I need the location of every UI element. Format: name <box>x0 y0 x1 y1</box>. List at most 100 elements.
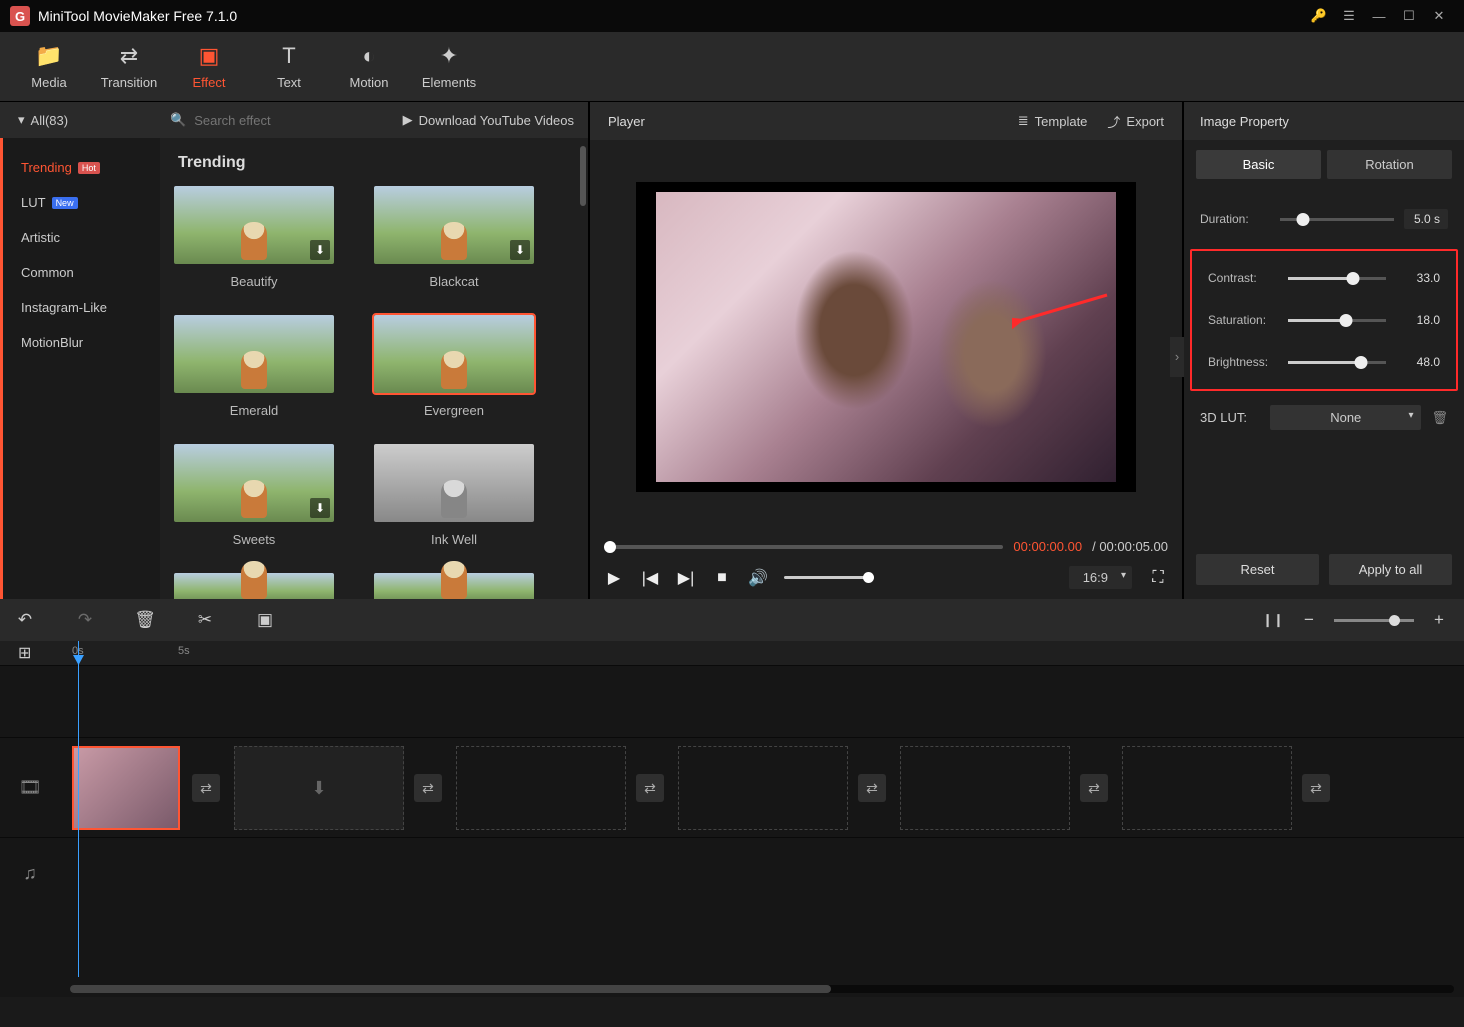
video-track[interactable]: 🎞 ⇄⬇⇄⇄⇄⇄⇄ <box>0 737 1464 837</box>
category-artistic[interactable]: Artistic <box>3 220 160 255</box>
tab-effect[interactable]: ▣ Effect <box>170 37 248 97</box>
zoom-slider[interactable] <box>1334 619 1414 622</box>
timeline-scrollbar[interactable] <box>70 985 1454 993</box>
playhead[interactable] <box>78 641 79 977</box>
tab-elements[interactable]: ✦ Elements <box>410 37 488 97</box>
duration-slider[interactable] <box>1280 218 1394 221</box>
effect-item[interactable]: Emerald <box>174 315 334 418</box>
seek-handle[interactable] <box>604 541 616 553</box>
apply-all-button[interactable]: Apply to all <box>1329 554 1452 585</box>
license-key-icon[interactable]: 🔑 <box>1304 1 1334 31</box>
stop-button[interactable]: ■ <box>712 569 732 587</box>
timeline-ruler[interactable]: ⊞ 0s 5s <box>0 641 1464 665</box>
close-icon[interactable]: ✕ <box>1424 1 1454 31</box>
zoom-handle[interactable] <box>1389 615 1400 626</box>
adjustment-row: Saturation: 18.0 <box>1204 299 1444 341</box>
tab-text[interactable]: T Text <box>250 37 328 97</box>
slider-track[interactable] <box>1288 319 1386 322</box>
maximize-icon[interactable]: ☐ <box>1394 1 1424 31</box>
effect-item[interactable]: ⬇Blackcat <box>374 186 534 289</box>
effect-item[interactable]: ⬇Beautify <box>174 186 334 289</box>
effect-thumbnail[interactable] <box>174 573 334 599</box>
effect-item[interactable]: Ink Well <box>374 444 534 547</box>
play-button[interactable]: ▶ <box>604 568 624 588</box>
download-youtube-link[interactable]: ▶ Download YouTube Videos <box>403 112 588 128</box>
template-button[interactable]: ≣ Template <box>1018 113 1088 129</box>
undo-button[interactable]: ↶ <box>14 610 36 630</box>
reset-button[interactable]: Reset <box>1196 554 1319 585</box>
empty-slot[interactable] <box>678 746 848 830</box>
empty-slot[interactable]: ⬇ <box>234 746 404 830</box>
download-icon[interactable]: ⬇ <box>310 240 330 260</box>
prev-frame-button[interactable]: |◀ <box>640 568 660 588</box>
effect-item[interactable]: ⬇Sweets <box>174 444 334 547</box>
panel-expand-handle[interactable]: › <box>1170 337 1184 377</box>
lut-select[interactable]: None <box>1270 405 1421 430</box>
tab-motion[interactable]: ◐ Motion <box>330 37 408 97</box>
empty-slot[interactable] <box>456 746 626 830</box>
transition-slot[interactable]: ⇄ <box>192 774 220 802</box>
slider-handle[interactable] <box>1339 314 1352 327</box>
empty-slot[interactable] <box>900 746 1070 830</box>
category-motionblur[interactable]: MotionBlur <box>3 325 160 360</box>
zoom-out-button[interactable]: − <box>1298 610 1320 630</box>
tab-basic[interactable]: Basic <box>1196 150 1321 179</box>
category-trending[interactable]: Trending Hot <box>3 150 160 185</box>
category-all[interactable]: ▾ All(83) <box>0 112 160 128</box>
fullscreen-icon[interactable]: ⛶ <box>1148 569 1168 587</box>
hamburger-menu-icon[interactable]: ☰ <box>1334 1 1364 31</box>
crop-button[interactable]: ▣ <box>254 610 276 630</box>
category-lut[interactable]: LUT New <box>3 185 160 220</box>
next-frame-button[interactable]: ▶| <box>676 568 696 588</box>
aspect-ratio-select[interactable]: 16:9 <box>1069 566 1132 589</box>
split-button[interactable]: ✂ <box>194 610 216 630</box>
slider-track[interactable] <box>1288 361 1386 364</box>
slider-handle[interactable] <box>1354 356 1367 369</box>
audio-track[interactable]: ♫ <box>0 837 1464 909</box>
tab-media[interactable]: 📁 Media <box>10 37 88 97</box>
zoom-in-button[interactable]: + <box>1428 610 1450 630</box>
overlay-track[interactable] <box>0 665 1464 737</box>
effect-item[interactable] <box>374 573 534 599</box>
category-instagram[interactable]: Instagram-Like <box>3 290 160 325</box>
tab-transition[interactable]: ⇄ Transition <box>90 37 168 97</box>
volume-handle[interactable] <box>863 572 874 583</box>
effect-thumbnail[interactable] <box>374 573 534 599</box>
empty-slot[interactable] <box>1122 746 1292 830</box>
delete-button[interactable]: 🗑 <box>134 610 156 630</box>
tab-rotation[interactable]: Rotation <box>1327 150 1452 179</box>
duration-value[interactable]: 5.0 s <box>1404 209 1448 229</box>
trash-icon[interactable]: 🗑 <box>1431 410 1448 426</box>
minimize-icon[interactable]: — <box>1364 1 1394 31</box>
effect-item[interactable] <box>174 573 334 599</box>
snap-icon[interactable]: ❙❙ <box>1262 612 1284 628</box>
download-icon[interactable]: ⬇ <box>510 240 530 260</box>
search-input[interactable] <box>194 113 392 128</box>
effect-thumbnail[interactable]: ⬇ <box>174 444 334 522</box>
effect-thumbnail[interactable] <box>374 444 534 522</box>
transition-slot[interactable]: ⇄ <box>1080 774 1108 802</box>
seek-bar[interactable] <box>604 545 1003 549</box>
volume-icon[interactable]: 🔊 <box>748 568 768 588</box>
category-common[interactable]: Common <box>3 255 160 290</box>
effect-thumbnail[interactable]: ⬇ <box>374 186 534 264</box>
download-icon[interactable]: ⬇ <box>310 498 330 518</box>
slider-track[interactable] <box>1288 277 1386 280</box>
scrollbar-thumb[interactable] <box>580 146 586 206</box>
search-box[interactable]: 🔍 <box>160 112 403 128</box>
timeline-clip[interactable] <box>72 746 180 830</box>
transition-slot[interactable]: ⇄ <box>414 774 442 802</box>
effect-item[interactable]: Evergreen <box>374 315 534 418</box>
slider-handle[interactable] <box>1346 272 1359 285</box>
add-track-button[interactable]: ⊞ <box>18 643 31 663</box>
transition-slot[interactable]: ⇄ <box>858 774 886 802</box>
export-button[interactable]: ⤴ Export <box>1107 112 1164 131</box>
scrollbar-thumb[interactable] <box>70 985 831 993</box>
effect-thumbnail[interactable] <box>174 315 334 393</box>
redo-button[interactable]: ↷ <box>74 610 96 630</box>
transition-slot[interactable]: ⇄ <box>1302 774 1330 802</box>
effect-thumbnail[interactable]: ⬇ <box>174 186 334 264</box>
transition-slot[interactable]: ⇄ <box>636 774 664 802</box>
effect-thumbnail[interactable] <box>374 315 534 393</box>
volume-slider[interactable] <box>784 576 874 579</box>
